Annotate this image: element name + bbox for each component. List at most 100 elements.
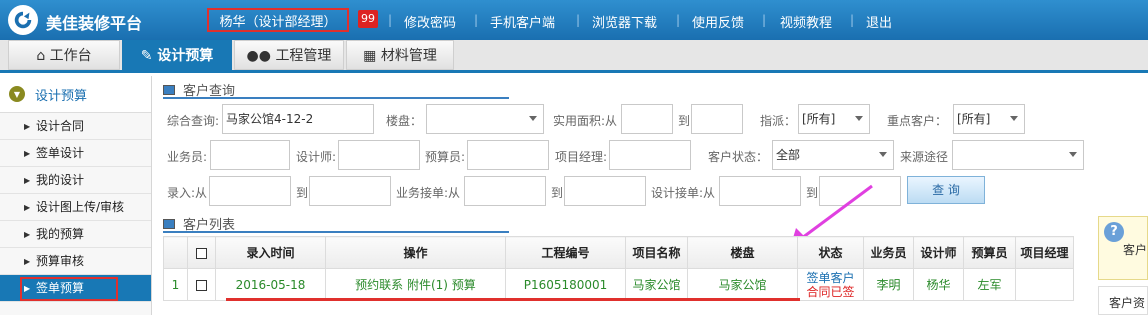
composite-query-label: 综合查询:	[167, 114, 220, 128]
entry-from-input[interactable]	[209, 176, 291, 206]
select-value: [所有]	[802, 112, 836, 126]
nav-divider: |	[850, 13, 855, 27]
notification-badge[interactable]: 99	[358, 10, 378, 28]
entry-to-input[interactable]	[309, 176, 391, 206]
select-value: 全部	[776, 148, 801, 162]
area-from-input[interactable]	[621, 104, 673, 134]
design-from-label: 设计接单:从	[651, 186, 716, 200]
designer-input[interactable]	[338, 140, 420, 170]
col-actions[interactable]: 操作	[325, 236, 506, 269]
nav-mobile-client[interactable]: 手机客户端	[490, 12, 555, 31]
col-budgeter[interactable]: 预算员	[963, 236, 1016, 269]
row-select[interactable]	[187, 268, 216, 301]
key-customer-label: 重点客户：	[887, 114, 948, 128]
sidebar-item-label: 设计图上传/审核	[36, 200, 125, 214]
arrow-right-icon: ▶	[24, 122, 31, 131]
area-to-input[interactable]	[691, 104, 743, 134]
arrow-right-icon: ▶	[24, 176, 31, 185]
nav-video-tutorial[interactable]: 视频教程	[780, 12, 832, 31]
tab-label: 工作台	[49, 48, 92, 64]
sidebar-header[interactable]: ▼ 设计预算	[0, 76, 151, 113]
customer-info-panel[interactable]: 客户资	[1098, 286, 1148, 315]
tab-label: 工程管理	[275, 48, 332, 64]
sidebar-item-label: 签单设计	[36, 146, 85, 160]
question-icon: ?	[1104, 222, 1124, 242]
nav-change-password[interactable]: 修改密码	[404, 12, 456, 31]
help-panel[interactable]: ? 客户	[1098, 216, 1148, 280]
cell-entry-time: 2016-05-18	[215, 268, 326, 301]
tab-project-management[interactable]: ●● 工程管理	[234, 40, 344, 70]
tab-material-management[interactable]: ▦ 材料管理	[346, 40, 454, 70]
sidebar-item-signed-design[interactable]: ▶ 签单设计	[0, 140, 151, 167]
monitor-icon	[163, 84, 175, 95]
sidebar-item-signed-budget[interactable]: ▶ 签单预算	[0, 275, 151, 302]
help-panel-text: 客户	[1123, 243, 1148, 257]
home-icon: ⌂	[36, 48, 46, 64]
top-bar: 美佳装修平台 杨华（设计部经理） 99 | 修改密码 | 手机客户端 | 浏览器…	[0, 0, 1148, 40]
assign-select[interactable]: [所有]	[798, 104, 870, 134]
biz-from-input[interactable]	[464, 176, 546, 206]
budgeter-input[interactable]	[467, 140, 549, 170]
key-customer-select[interactable]: [所有]	[953, 104, 1025, 134]
nav-divider: |	[676, 13, 681, 27]
estate-label: 楼盘：	[386, 114, 423, 128]
budgeter-label: 预算员:	[425, 150, 466, 164]
nav-feedback[interactable]: 使用反馈	[692, 12, 744, 31]
sidebar-item-design-contract[interactable]: ▶ 设计合同	[0, 113, 151, 140]
pm-input[interactable]	[609, 140, 691, 170]
checkbox[interactable]	[196, 247, 207, 259]
sidebar-item-my-budget[interactable]: ▶ 我的预算	[0, 221, 151, 248]
sidebar-item-design-upload-review[interactable]: ▶ 设计图上传/审核	[0, 194, 151, 221]
checkbox[interactable]	[196, 279, 207, 291]
salesman-input[interactable]	[210, 140, 290, 170]
cell-salesman: 李明	[863, 268, 914, 301]
col-status[interactable]: 状态	[797, 236, 864, 269]
col-project-code[interactable]: 工程编号	[505, 236, 626, 269]
sidebar-item-label: 预算审核	[36, 254, 85, 268]
source-label: 来源途径	[900, 150, 949, 164]
biz-to-input[interactable]	[564, 176, 646, 206]
select-value: [所有]	[957, 112, 991, 126]
col-entry-time[interactable]: 录入时间	[215, 236, 326, 269]
current-user[interactable]: 杨华（设计部经理）	[207, 8, 349, 32]
sidebar-item-budget-review[interactable]: ▶ 预算审核	[0, 248, 151, 275]
customer-status-select[interactable]: 全部	[772, 140, 894, 170]
tab-design-budget[interactable]: ✎ 设计预算	[122, 40, 232, 70]
col-project-name[interactable]: 项目名称	[625, 236, 688, 269]
designer-label: 设计师:	[296, 150, 337, 164]
table-row[interactable]: 1 2016-05-18 预约联系 附件(1) 预算 P1605180001 马…	[163, 268, 1074, 301]
biz-from-label: 业务接单:从	[396, 186, 461, 200]
cell-status: 签单客户 合同已签	[797, 268, 864, 301]
estate-select[interactable]	[426, 104, 544, 134]
nav-logout[interactable]: 退出	[866, 12, 892, 31]
tab-label: 材料管理	[380, 48, 437, 64]
nav-browser-download[interactable]: 浏览器下载	[592, 12, 657, 31]
col-estate[interactable]: 楼盘	[687, 236, 798, 269]
chevron-down-icon	[879, 152, 887, 157]
logo-icon	[8, 5, 38, 35]
customer-table: 录入时间 操作 工程编号 项目名称 楼盘 状态 业务员 设计师 预算员 项目经理…	[163, 236, 1074, 301]
chevron-down-icon	[1010, 116, 1018, 121]
col-designer[interactable]: 设计师	[913, 236, 964, 269]
chevron-down-icon	[529, 116, 537, 121]
col-salesman[interactable]: 业务员	[863, 236, 914, 269]
source-select[interactable]	[952, 140, 1084, 170]
nav-divider: |	[474, 13, 479, 27]
col-select-all[interactable]	[187, 236, 216, 269]
row-index: 1	[163, 268, 188, 301]
sidebar-item-my-design[interactable]: ▶ 我的设计	[0, 167, 151, 194]
chevron-down-icon: ▼	[9, 86, 25, 102]
cell-project-name: 马家公馆	[625, 268, 688, 301]
col-pm[interactable]: 项目经理	[1015, 236, 1074, 269]
entry-from-label: 录入:从	[167, 186, 208, 200]
cell-pm	[1015, 268, 1074, 301]
section-underline	[163, 231, 509, 233]
cell-actions[interactable]: 预约联系 附件(1) 预算	[325, 268, 506, 301]
composite-query-input[interactable]: 马家公馆4-12-2	[222, 104, 374, 134]
tab-label: 设计预算	[157, 48, 214, 64]
sidebar: ▼ 设计预算 ▶ 设计合同 ▶ 签单设计 ▶ 我的设计 ▶ 设计图上传/审核 ▶ 我的预算…	[0, 76, 152, 315]
tab-workbench[interactable]: ⌂ 工作台	[8, 40, 120, 70]
query-button[interactable]: 查 询	[907, 176, 985, 204]
to-label: 到	[678, 114, 691, 128]
arrow-right-icon: ▶	[24, 284, 31, 293]
